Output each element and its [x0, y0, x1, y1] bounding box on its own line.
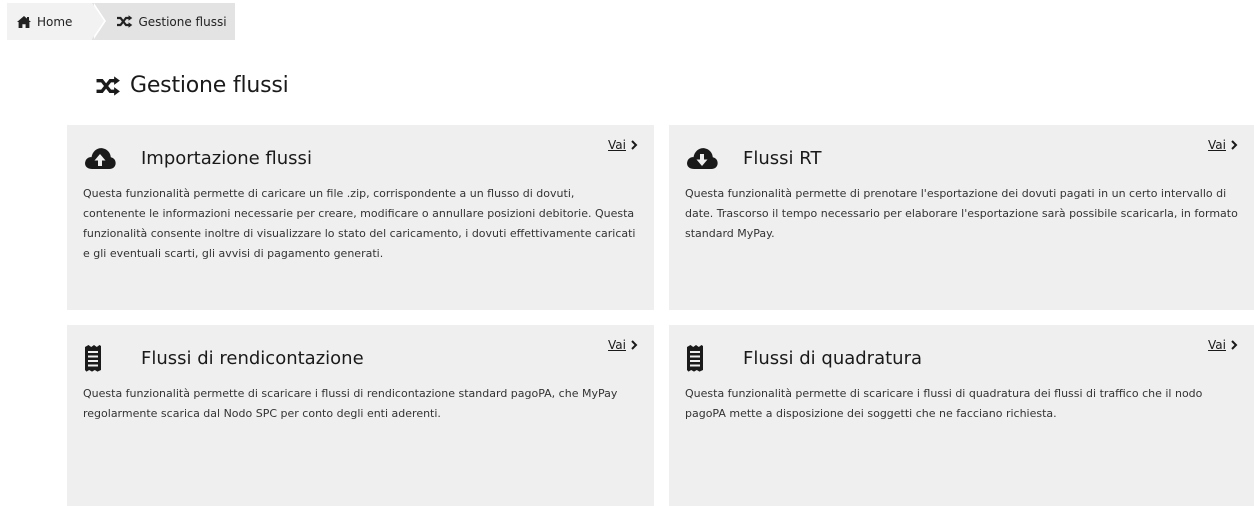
card-flussi-di-rendicontazione: Flussi di rendicontazione Vai Questa fun…: [67, 325, 654, 506]
chevron-right-icon: [1230, 140, 1238, 150]
vai-link[interactable]: Vai: [1208, 138, 1238, 152]
card-description: Questa funzionalità permette di prenotar…: [685, 187, 1238, 240]
chevron-right-icon: [630, 140, 638, 150]
card-header: Flussi di rendicontazione Vai: [83, 338, 638, 378]
card-description: Questa funzionalità permette di caricare…: [83, 187, 636, 260]
shuffle-icon: [116, 15, 133, 28]
receipt-icon: [83, 344, 123, 372]
card-flussi-di-quadratura: Flussi di quadratura Vai Questa funziona…: [669, 325, 1254, 506]
breadcrumb-home-label: Home: [37, 14, 73, 29]
cloud-download-icon: [685, 145, 725, 171]
card-title: Importazione flussi: [141, 147, 312, 169]
breadcrumb-home-link[interactable]: Home: [7, 3, 107, 40]
page-title-text: Gestione flussi: [130, 73, 289, 98]
breadcrumb: Home Gestione flussi: [7, 3, 235, 40]
card-title: Flussi di quadratura: [743, 347, 923, 369]
vai-link-label: Vai: [1208, 338, 1226, 352]
breadcrumb-current: Gestione flussi: [92, 3, 235, 40]
card-flussi-rt: Flussi RT Vai Questa funzionalità permet…: [669, 125, 1254, 310]
card-description: Questa funzionalità permette di scaricar…: [83, 387, 618, 420]
vai-link[interactable]: Vai: [608, 338, 638, 352]
breadcrumb-current-label: Gestione flussi: [138, 14, 227, 29]
card-header: Flussi di quadratura Vai: [685, 338, 1238, 378]
receipt-icon: [685, 344, 725, 372]
vai-link[interactable]: Vai: [1208, 338, 1238, 352]
card-header: Importazione flussi Vai: [83, 138, 638, 178]
shuffle-icon: [95, 75, 121, 96]
card-header: Flussi RT Vai: [685, 138, 1238, 178]
home-icon: [16, 15, 32, 29]
card-importazione-flussi: Importazione flussi Vai Questa funzional…: [67, 125, 654, 310]
chevron-right-icon: [630, 340, 638, 350]
page-title: Gestione flussi: [95, 73, 289, 98]
card-description: Questa funzionalità permette di scaricar…: [685, 387, 1203, 420]
card-title: Flussi RT: [743, 147, 822, 169]
chevron-right-icon: [1230, 340, 1238, 350]
vai-link-label: Vai: [608, 338, 626, 352]
cloud-upload-icon: [83, 145, 123, 171]
vai-link-label: Vai: [1208, 138, 1226, 152]
card-title: Flussi di rendicontazione: [141, 347, 364, 369]
vai-link-label: Vai: [608, 138, 626, 152]
vai-link[interactable]: Vai: [608, 138, 638, 152]
